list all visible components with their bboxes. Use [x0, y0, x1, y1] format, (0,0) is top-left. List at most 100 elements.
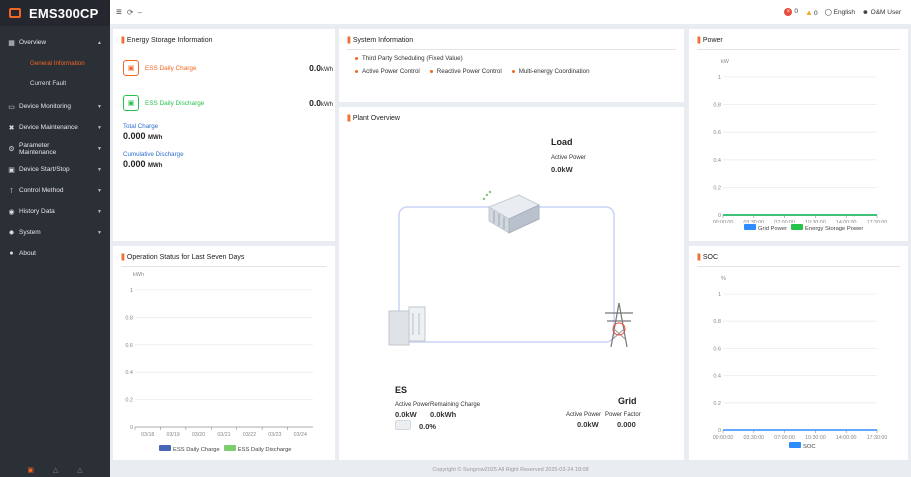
sidebar-item-label: Parameter Maintenance: [19, 141, 57, 156]
fault-icon: ×: [784, 8, 793, 16]
y-axis-unit: kWh: [133, 272, 144, 278]
divider: [121, 266, 327, 267]
fault-indicator[interactable]: × 0: [784, 8, 798, 16]
sidebar-subitem-current-fault[interactable]: Current Fault: [0, 73, 110, 93]
sidebar-item-history-data[interactable]: ◉ History Data ▼: [0, 201, 110, 222]
panel-title: ||| SOC: [697, 254, 718, 261]
chevron-up-icon: ▲: [97, 39, 102, 46]
legend-soc[interactable]: SOC: [789, 442, 816, 450]
x-tick-label: 10:30:00: [805, 220, 826, 223]
warning-indicator[interactable]: ▲0: [805, 8, 818, 17]
menu-toggle-icon[interactable]: ≡: [116, 7, 122, 18]
active-power-control: Active Power Control: [355, 68, 420, 75]
gear-icon: ✹: [8, 229, 15, 237]
cumulative-discharge-label: Cumulative Discharge: [123, 151, 184, 158]
y-tick-label: 0.4: [713, 158, 721, 164]
x-tick-label: 00:00:00: [713, 435, 734, 441]
title-bars-icon: |||: [697, 37, 701, 44]
x-tick-label: 14:00:00: [836, 435, 857, 441]
x-tick-label: 03/22: [243, 432, 256, 438]
refresh-icon[interactable]: ⟳: [127, 8, 134, 17]
sidebar-item-device-maintenance[interactable]: ✖ Device Maintenance ▼: [0, 117, 110, 138]
network-icon[interactable]: △: [77, 466, 82, 474]
legend-ess-daily-discharge[interactable]: ESS Daily Discharge: [223, 445, 292, 453]
chevron-down-icon: ▼: [97, 103, 102, 110]
sidebar-footer: ▣ △ △: [0, 463, 110, 477]
monitor-icon: ▭: [8, 103, 15, 111]
sidebar-item-overview[interactable]: ▦ Overview ▲: [0, 32, 110, 53]
sidebar-item-control-method[interactable]: ⊺ Control Method ▼: [0, 180, 110, 201]
ess-daily-charge-value: 0.0kWh: [309, 63, 333, 73]
load-active-power-value: 0.0kW: [551, 165, 573, 174]
energy-title: Energy Storage Information: [126, 37, 213, 44]
y-tick-label: 1: [130, 288, 133, 294]
system-information-panel: ||| System Information Third Party Schedu…: [339, 29, 684, 102]
wrench-icon: ✖: [8, 124, 15, 132]
sidebar-item-system[interactable]: ✹ System ▼: [0, 222, 110, 243]
unit: kWh: [321, 102, 333, 108]
reactive-power-control: Reactive Power Control: [430, 68, 502, 75]
home-icon[interactable]: ▣: [27, 466, 34, 474]
multi-energy-coordination: Multi-energy Coordination: [512, 68, 590, 75]
es-remaining-charge-value: 0.0kWh: [430, 410, 457, 419]
legend-swatch: [744, 224, 756, 230]
y-tick-label: 0.2: [125, 398, 133, 404]
unit: MWh: [148, 135, 163, 141]
x-tick-label: 03/23: [268, 432, 281, 438]
es-active-power-label: Active Power: [395, 402, 431, 408]
info-icon: ●: [9, 250, 14, 257]
power-panel: ||| Power kW 0 0.2 0.4 0.6 0.8 1 00:00:00 03:30:0…: [689, 29, 908, 241]
y-tick-label: 0.8: [125, 315, 133, 321]
ess-daily-charge-number: 0.0: [309, 63, 321, 73]
legend-energy-storage-power[interactable]: Energy Storage Power: [791, 224, 863, 232]
energy-storage-panel: ||| Energy Storage Information ▣ ESS Dail…: [113, 29, 335, 241]
sidebar-subitem-general-information[interactable]: General Information: [0, 53, 110, 73]
sidebar-item-device-start-stop[interactable]: ▣ Device Start/Stop ▼: [0, 159, 110, 180]
title-bars-icon: |||: [121, 37, 125, 44]
legend-ess-daily-charge[interactable]: ESS Daily Charge: [159, 445, 220, 453]
power-icon: ▣: [8, 166, 15, 174]
language-selector[interactable]: ◯ English: [825, 8, 855, 16]
cumulative-discharge-number: 0.000: [123, 159, 146, 169]
y-tick-label: 0.6: [125, 343, 133, 349]
sidebar-item-label: Device Monitoring: [19, 103, 72, 110]
dashboard-icon: ▦: [8, 39, 15, 47]
device-icon[interactable]: △: [53, 466, 58, 474]
panel-title: ||| Power: [697, 37, 723, 44]
legend-label: Energy Storage Power: [805, 226, 864, 232]
total-charge-number: 0.000: [123, 131, 146, 141]
x-tick-label: 07:00:00: [774, 220, 795, 223]
y-tick-label: 0.8: [713, 319, 721, 325]
energy-storage-cabinet-icon: [388, 306, 426, 346]
op-legend: ESS Daily Charge ESS Daily Discharge: [159, 445, 292, 453]
y-axis-unit: %: [721, 276, 726, 282]
sidebar-item-parameter-maintenance[interactable]: ⚙ Parameter Maintenance ▼: [0, 138, 110, 159]
title-bars-icon: |||: [347, 37, 351, 44]
system-info-title: System Information: [352, 37, 414, 44]
x-tick-label: 07:00:00: [774, 435, 795, 441]
logo-icon: [9, 8, 21, 18]
ess-daily-discharge-number: 0.0: [309, 98, 321, 108]
x-tick-label: 03/19: [167, 432, 180, 438]
ess-daily-charge-label: ESS Daily Charge: [145, 64, 197, 72]
warning-count: 0: [813, 9, 818, 17]
soc-battery-icon: [395, 420, 411, 430]
legend-label: ESS Daily Charge: [173, 447, 220, 453]
sidebar-item-about[interactable]: ● About: [0, 243, 110, 264]
minimize-icon[interactable]: –: [138, 8, 142, 17]
y-tick-label: 0.8: [713, 103, 721, 109]
user-menu[interactable]: ☻ O&M User: [862, 9, 901, 16]
ess-daily-discharge-value: 0.0kWh: [309, 98, 333, 108]
chevron-down-icon: ▼: [97, 145, 102, 152]
panel-title: ||| Energy Storage Information: [121, 37, 213, 44]
legend-grid-power[interactable]: Grid Power: [744, 224, 787, 232]
x-tick-label: 17:30:00: [867, 220, 888, 223]
x-tick-label: 00:00:00: [713, 220, 734, 223]
power-legend: Grid Power Energy Storage Power: [744, 224, 863, 232]
sidebar-item-label: Control Method: [19, 187, 64, 194]
sidebar-item-label: System: [19, 229, 41, 236]
brand: EMS300CP: [0, 0, 110, 26]
x-tick-label: 03/18: [141, 432, 154, 438]
soc-title: SOC: [702, 254, 719, 261]
sidebar-item-device-monitoring[interactable]: ▭ Device Monitoring ▼: [0, 96, 110, 117]
